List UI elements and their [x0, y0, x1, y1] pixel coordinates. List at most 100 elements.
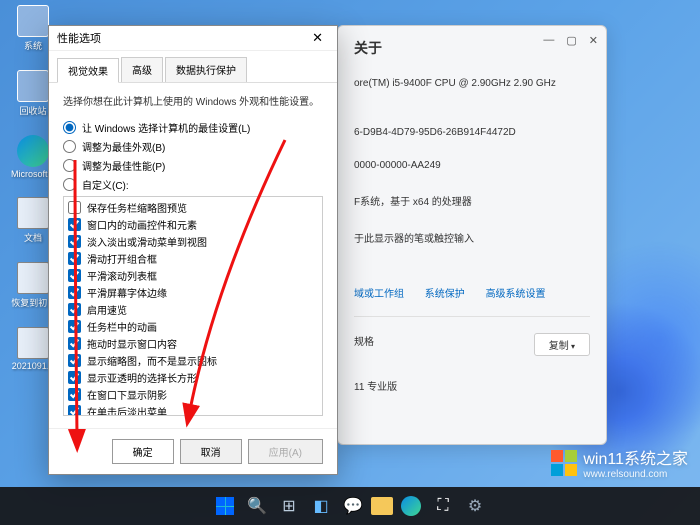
protection-link[interactable]: 系统保护	[425, 289, 465, 300]
close-icon[interactable]: ✕	[306, 30, 329, 46]
tab-visual-effects[interactable]: 视觉效果	[57, 58, 119, 83]
checkbox-input[interactable]	[68, 286, 81, 299]
watermark-url: www.relsound.com	[583, 469, 688, 480]
close-icon[interactable]: ✕	[589, 34, 598, 47]
icon-label: 回收站	[19, 104, 46, 117]
effect-option[interactable]: 显示缩略图，而不是显示图标	[68, 352, 318, 369]
effect-option[interactable]: 任务栏中的动画	[68, 318, 318, 335]
checkbox-label: 显示亚透明的选择长方形	[87, 370, 197, 385]
effects-list[interactable]: 保存任务栏缩略图预览窗口内的动画控件和元素淡入淡出或滑动菜单到视图滑动打开组合框…	[63, 196, 323, 416]
folder-icon	[17, 197, 49, 229]
effect-option[interactable]: 启用速览	[68, 301, 318, 318]
radio-option[interactable]: 自定义(C):	[63, 177, 323, 192]
system-icon	[17, 5, 49, 37]
checkbox-input[interactable]	[68, 269, 81, 282]
radio-input[interactable]	[63, 121, 76, 134]
radio-group: 让 Windows 选择计算机的最佳设置(L) 调整为最佳外观(B) 调整为最佳性能…	[63, 120, 323, 192]
effect-option[interactable]: 拖动时显示窗口内容	[68, 335, 318, 352]
checkbox-input[interactable]	[68, 235, 81, 248]
icon-label: 文档	[24, 231, 42, 244]
effect-option[interactable]: 平滑滚动列表框	[68, 267, 318, 284]
checkbox-input[interactable]	[68, 337, 81, 350]
checkbox-label: 任务栏中的动画	[87, 319, 157, 334]
titlebar: 性能选项 ✕	[49, 26, 337, 51]
effect-option[interactable]: 滑动打开组合框	[68, 250, 318, 267]
recycle-bin-icon	[17, 70, 49, 102]
taskview-icon[interactable]: ⊞	[275, 492, 303, 520]
product-id: 0000-00000-AA249	[354, 160, 590, 171]
radio-input[interactable]	[63, 159, 76, 172]
checkbox-input[interactable]	[68, 218, 81, 231]
device-id: 6-D9B4-4D79-95D6-26B914F4472D	[354, 127, 590, 138]
checkbox-input[interactable]	[68, 252, 81, 265]
checkbox-input[interactable]	[68, 201, 81, 214]
checkbox-input[interactable]	[68, 388, 81, 401]
checkbox-label: 窗口内的动画控件和元素	[87, 217, 197, 232]
document-icon	[17, 327, 49, 359]
effect-option[interactable]: 在窗口下显示阴影	[68, 386, 318, 403]
radio-label: 让 Windows 选择计算机的最佳设置(L)	[82, 120, 250, 135]
cancel-button[interactable]: 取消	[180, 439, 242, 464]
arch-info: F系统，基于 x64 的处理器	[354, 193, 590, 208]
pen-info: 于此显示器的笔或触控输入	[354, 230, 590, 245]
icon-label: 系统	[24, 39, 42, 52]
chat-icon[interactable]: 💬	[339, 492, 367, 520]
system-links: 域或工作组 系统保护 高级系统设置	[354, 285, 590, 300]
effect-option[interactable]: 平滑屏幕字体边缘	[68, 284, 318, 301]
checkbox-label: 保存任务栏缩略图预览	[87, 200, 187, 215]
watermark: win11系统之家 www.relsound.com	[551, 445, 688, 480]
radio-label: 调整为最佳外观(B)	[82, 139, 165, 154]
effect-option[interactable]: 窗口内的动画控件和元素	[68, 216, 318, 233]
checkbox-label: 滑动打开组合框	[87, 251, 157, 266]
description: 选择你想在此计算机上使用的 Windows 外观和性能设置。	[63, 93, 323, 108]
tab-dep[interactable]: 数据执行保护	[165, 57, 247, 82]
settings-icon[interactable]: ⚙	[461, 492, 489, 520]
ok-button[interactable]: 确定	[112, 439, 174, 464]
taskbar: 🔍 ⊞ ◧ 💬 ⛶ ⚙	[0, 487, 700, 525]
edge-taskbar-icon[interactable]	[397, 492, 425, 520]
start-button[interactable]	[211, 492, 239, 520]
effect-option[interactable]: 在单击后淡出菜单	[68, 403, 318, 416]
advanced-link[interactable]: 高级系统设置	[486, 289, 546, 300]
explorer-icon[interactable]	[371, 497, 393, 515]
checkbox-label: 显示缩略图，而不是显示图标	[87, 353, 217, 368]
about-window: — ▢ ✕ 关于 ore(TM) i5-9400F CPU @ 2.90GHz …	[337, 25, 607, 445]
radio-input[interactable]	[63, 140, 76, 153]
watermark-text: win11系统之家	[583, 445, 688, 469]
checkbox-label: 启用速览	[87, 302, 127, 317]
checkbox-label: 拖动时显示窗口内容	[87, 336, 177, 351]
document-icon	[17, 262, 49, 294]
effect-option[interactable]: 保存任务栏缩略图预览	[68, 199, 318, 216]
checkbox-input[interactable]	[68, 371, 81, 384]
checkbox-label: 平滑屏幕字体边缘	[87, 285, 167, 300]
minimize-icon[interactable]: —	[543, 34, 554, 47]
dialog-body: 选择你想在此计算机上使用的 Windows 外观和性能设置。 让 Windows…	[49, 83, 337, 428]
widgets-icon[interactable]: ◧	[307, 492, 335, 520]
checkbox-input[interactable]	[68, 320, 81, 333]
domain-link[interactable]: 域或工作组	[354, 289, 404, 300]
dialog-title: 性能选项	[57, 30, 101, 46]
watermark-logo-icon	[551, 450, 577, 476]
performance-options-dialog: 性能选项 ✕ 视觉效果 高级 数据执行保护 选择你想在此计算机上使用的 Wind…	[48, 25, 338, 475]
checkbox-input[interactable]	[68, 405, 81, 416]
edition-info: 11 专业版	[354, 378, 590, 393]
search-icon[interactable]: 🔍	[243, 492, 271, 520]
maximize-icon[interactable]: ▢	[566, 34, 576, 47]
radio-option[interactable]: 让 Windows 选择计算机的最佳设置(L)	[63, 120, 323, 135]
radio-option[interactable]: 调整为最佳外观(B)	[63, 139, 323, 154]
radio-label: 调整为最佳性能(P)	[82, 158, 165, 173]
checkbox-input[interactable]	[68, 354, 81, 367]
checkbox-input[interactable]	[68, 303, 81, 316]
store-icon[interactable]: ⛶	[429, 492, 457, 520]
checkbox-label: 在窗口下显示阴影	[87, 387, 167, 402]
tab-advanced[interactable]: 高级	[121, 57, 163, 82]
effect-option[interactable]: 显示亚透明的选择长方形	[68, 369, 318, 386]
checkbox-label: 在单击后淡出菜单	[87, 404, 167, 416]
copy-button[interactable]: 复制	[534, 333, 590, 356]
radio-option[interactable]: 调整为最佳性能(P)	[63, 158, 323, 173]
radio-input[interactable]	[63, 178, 76, 191]
effect-option[interactable]: 淡入淡出或滑动菜单到视图	[68, 233, 318, 250]
tab-strip: 视觉效果 高级 数据执行保护	[49, 51, 337, 83]
spec-label: 规格	[354, 337, 374, 348]
apply-button[interactable]: 应用(A)	[248, 439, 323, 464]
